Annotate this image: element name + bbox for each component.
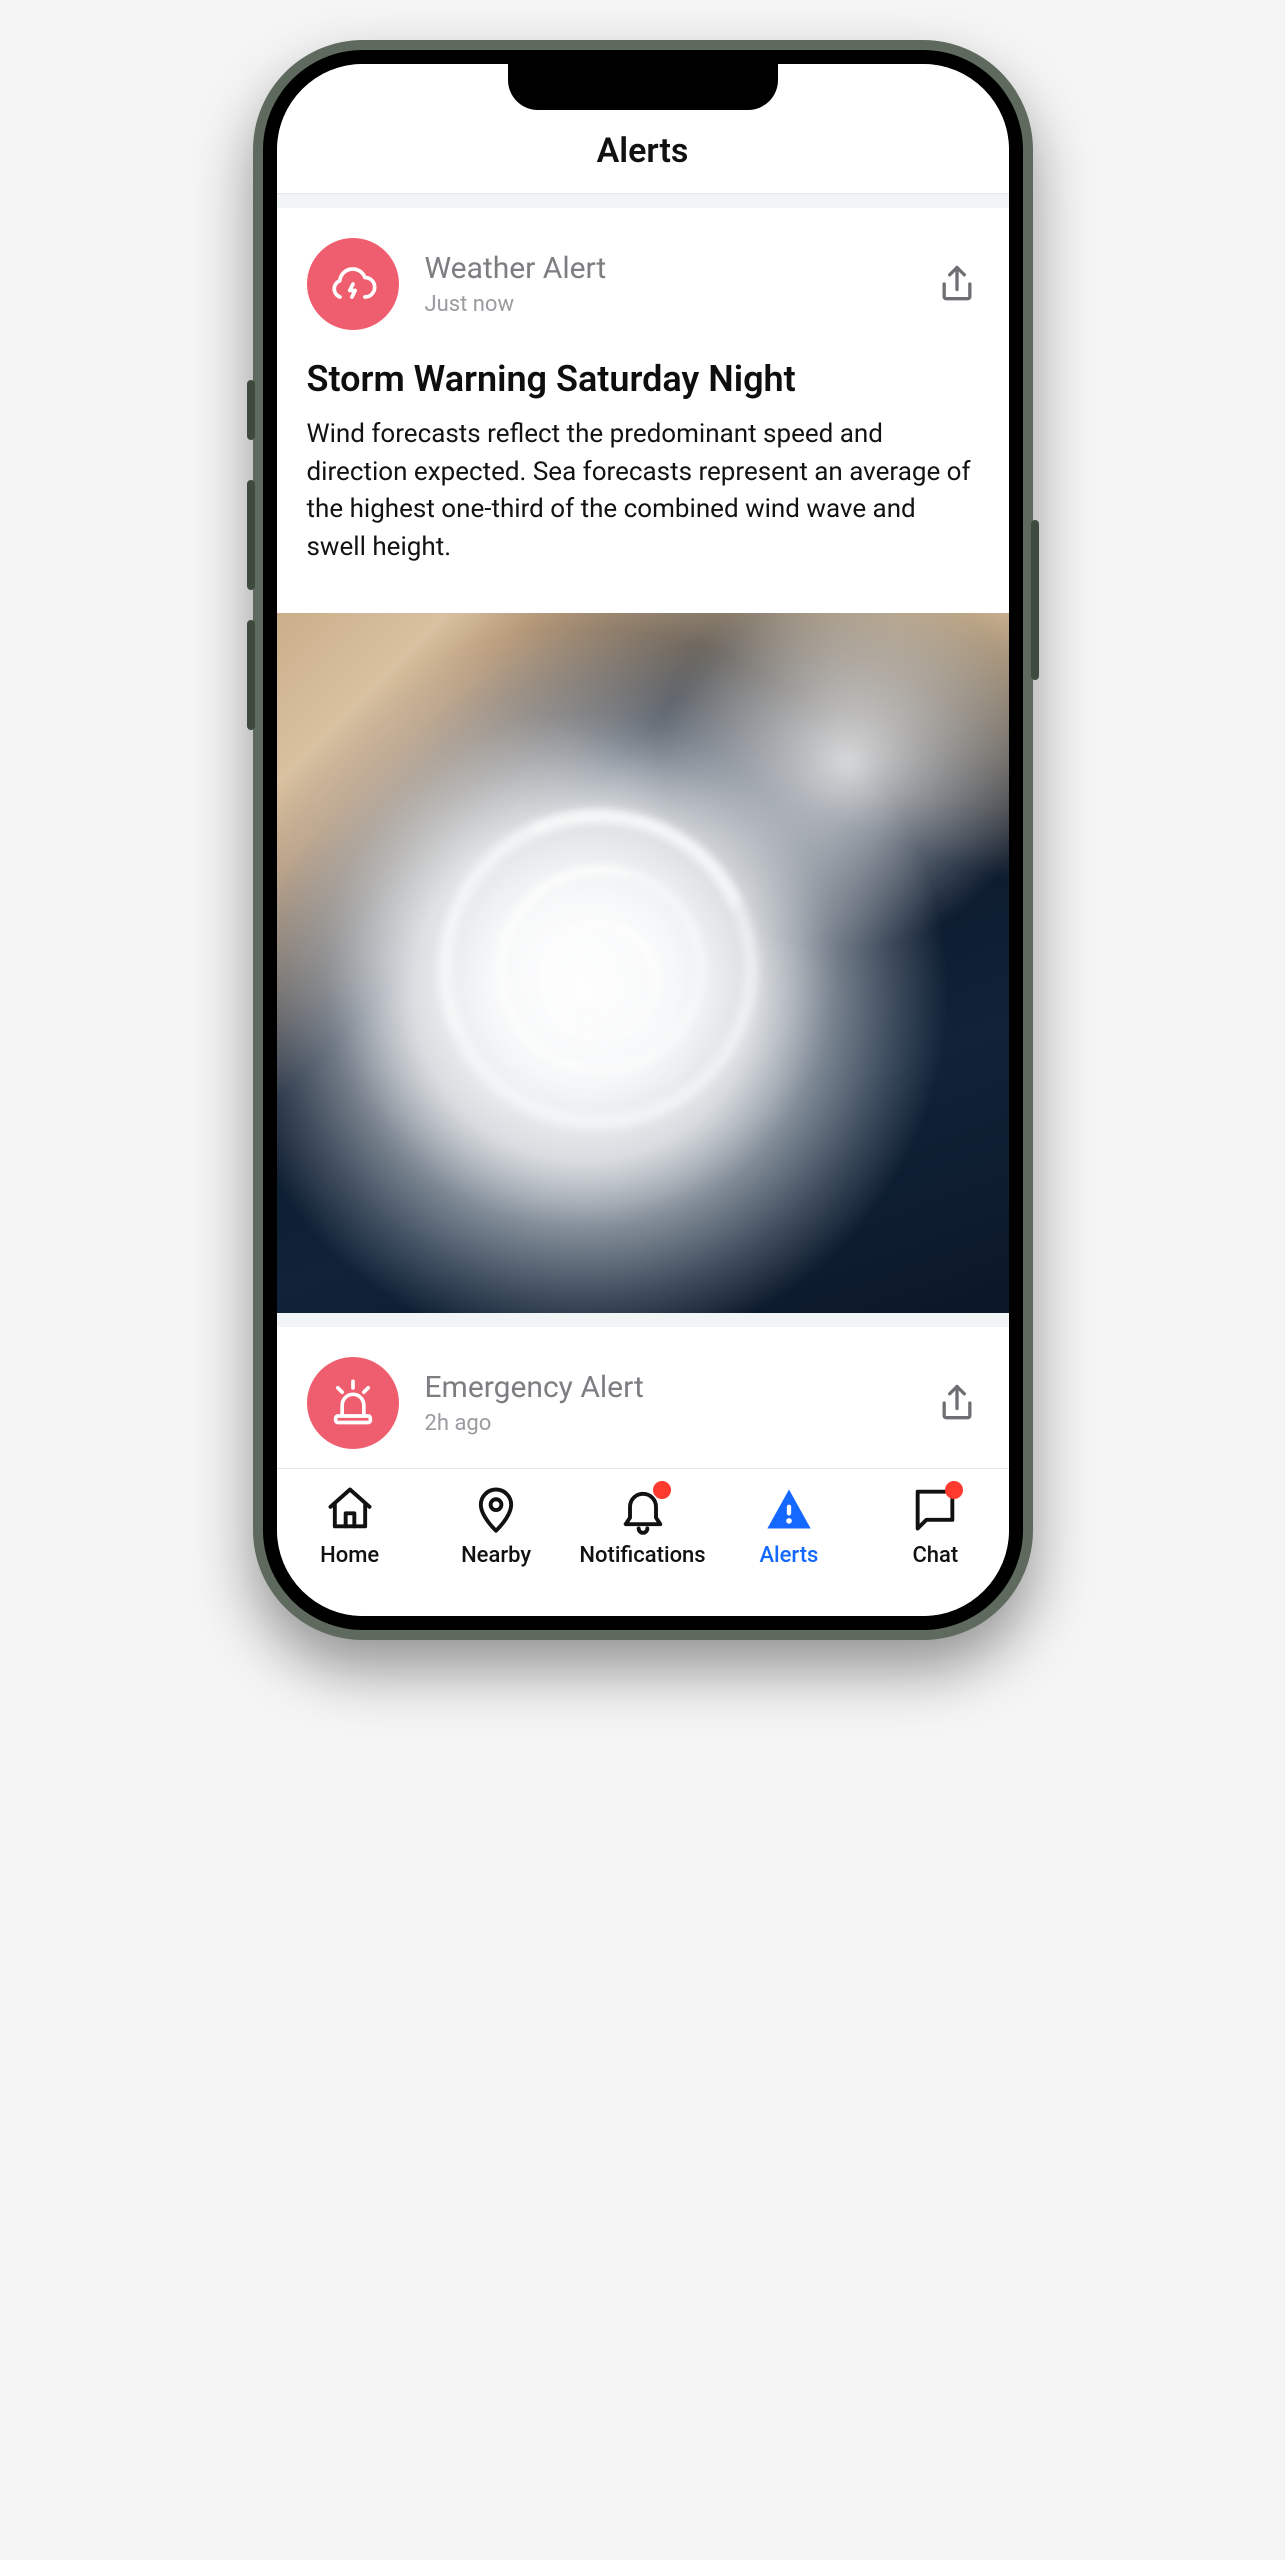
- tab-notifications[interactable]: Notifications: [569, 1483, 715, 1568]
- pin-icon: [470, 1483, 522, 1535]
- tab-nearby[interactable]: Nearby: [423, 1483, 569, 1568]
- alert-source: Emergency Alert: [425, 1370, 909, 1405]
- alert-body: Wind forecasts reflect the predominant s…: [307, 416, 979, 567]
- tab-chat[interactable]: Chat: [862, 1483, 1008, 1568]
- notification-dot: [653, 1481, 671, 1499]
- alert-source: Weather Alert: [425, 251, 909, 286]
- tab-home[interactable]: Home: [277, 1483, 423, 1568]
- tab-label: Chat: [912, 1543, 958, 1568]
- share-button[interactable]: [935, 1381, 979, 1425]
- share-button[interactable]: [935, 262, 979, 306]
- page-title: Alerts: [597, 131, 689, 171]
- warning-icon: [763, 1483, 815, 1535]
- phone-device-frame: Alerts Weather Alert: [253, 40, 1033, 1640]
- tab-bar: Home Nearby: [277, 1468, 1009, 1616]
- cloud-storm-icon: [307, 238, 399, 330]
- alert-title: Storm Warning Saturday Night: [307, 358, 979, 400]
- home-icon: [324, 1483, 376, 1535]
- alert-timestamp: Just now: [425, 292, 909, 317]
- alert-card[interactable]: Weather Alert Just now Storm Warning Sat…: [277, 208, 1009, 1313]
- tab-label: Notifications: [579, 1543, 705, 1568]
- alert-card[interactable]: Emergency Alert 2h ago: [277, 1327, 1009, 1468]
- tab-label: Nearby: [461, 1543, 531, 1568]
- siren-icon: [307, 1357, 399, 1449]
- tab-alerts[interactable]: Alerts: [716, 1483, 862, 1568]
- tab-label: Home: [320, 1543, 379, 1568]
- bell-icon: [617, 1483, 669, 1535]
- device-notch: [508, 64, 778, 110]
- alert-timestamp: 2h ago: [425, 1411, 909, 1436]
- tab-label: Alerts: [759, 1543, 818, 1568]
- alert-image[interactable]: [277, 613, 1009, 1313]
- alerts-feed[interactable]: Weather Alert Just now Storm Warning Sat…: [277, 194, 1009, 1468]
- chat-icon: [909, 1483, 961, 1535]
